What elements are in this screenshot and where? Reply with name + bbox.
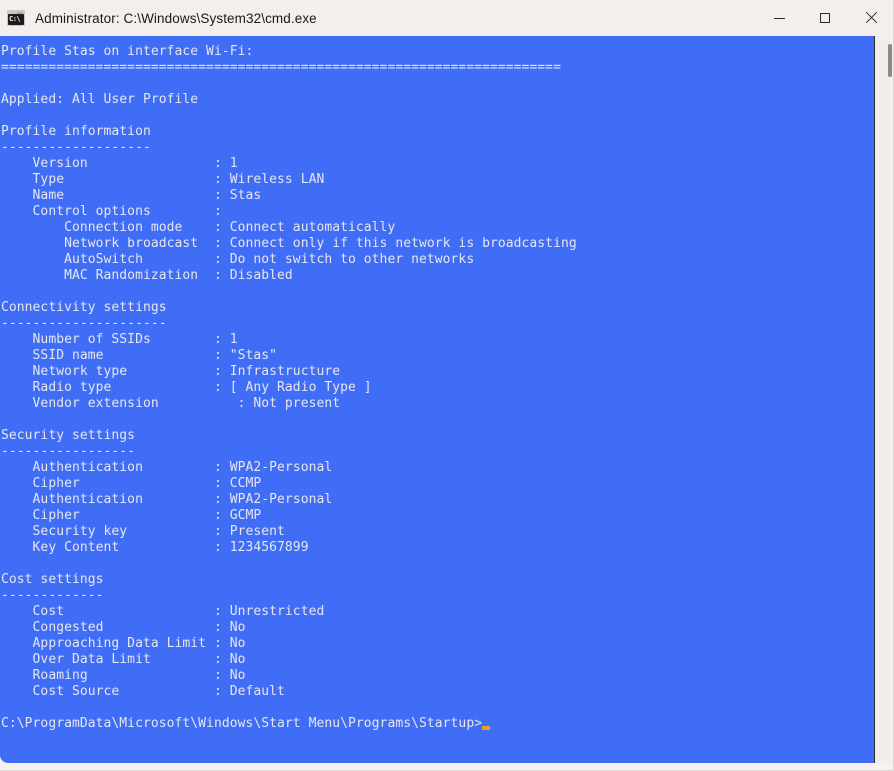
command-prompt-line[interactable]: C:\ProgramData\Microsoft\Windows\Start M… bbox=[0, 716, 577, 732]
terminal-line: Profile information bbox=[1, 124, 151, 139]
terminal-line: Control options : bbox=[1, 204, 222, 219]
terminal-line: Congested : No bbox=[1, 620, 246, 635]
terminal-line: AutoSwitch : Do not switch to other netw… bbox=[1, 252, 475, 267]
title-bar[interactable]: ••• C:\ Administrator: C:\Windows\System… bbox=[0, 0, 894, 36]
terminal-line: Authentication : WPA2-Personal bbox=[1, 460, 333, 475]
terminal-line: Security settings bbox=[1, 428, 136, 443]
text-cursor bbox=[482, 726, 491, 730]
terminal-line: Version : 1 bbox=[1, 156, 238, 171]
terminal-line: MAC Randomization : Disabled bbox=[1, 268, 293, 283]
close-icon bbox=[865, 12, 877, 24]
terminal-line: Profile Stas on interface Wi-Fi: bbox=[1, 44, 254, 59]
terminal-line: Radio type : [ Any Radio Type ] bbox=[1, 380, 372, 395]
maximize-button[interactable] bbox=[802, 0, 848, 36]
window-title: Administrator: C:\Windows\System32\cmd.e… bbox=[35, 10, 317, 26]
terminal-line: Authentication : WPA2-Personal bbox=[1, 492, 333, 507]
terminal-output: Profile Stas on interface Wi-Fi: ========… bbox=[0, 44, 577, 716]
scrollbar-thumb[interactable] bbox=[888, 44, 892, 77]
scrollbar-track[interactable] bbox=[876, 36, 894, 763]
terminal-line: Vendor extension : Not present bbox=[1, 396, 341, 411]
cmd-icon: ••• C:\ bbox=[7, 10, 25, 26]
cmd-icon-prompt: C:\ bbox=[9, 15, 21, 23]
prompt-path: C:\ProgramData\Microsoft\Windows\Start M… bbox=[1, 716, 483, 731]
terminal-line: ------------------- bbox=[1, 140, 151, 155]
close-button[interactable] bbox=[848, 0, 894, 36]
terminal-line: Cost settings bbox=[1, 572, 104, 587]
terminal-line: Over Data Limit : No bbox=[1, 652, 246, 667]
terminal-line: ----------------- bbox=[1, 444, 136, 459]
terminal-line: Number of SSIDs : 1 bbox=[1, 332, 238, 347]
terminal-text-area: Profile Stas on interface Wi-Fi: ========… bbox=[0, 36, 577, 732]
maximize-icon bbox=[820, 13, 830, 23]
terminal-line: SSID name : "Stas" bbox=[1, 348, 278, 363]
terminal-line: Cost : Unrestricted bbox=[1, 604, 325, 619]
terminal-line: Applied: All User Profile bbox=[1, 92, 199, 107]
terminal-surface[interactable]: Profile Stas on interface Wi-Fi: ========… bbox=[0, 36, 874, 763]
terminal-line: Connectivity settings bbox=[1, 300, 167, 315]
cmd-window: ••• C:\ Administrator: C:\Windows\System… bbox=[0, 0, 894, 771]
terminal-line: Security key : Present bbox=[1, 524, 285, 539]
minimize-icon bbox=[773, 17, 785, 19]
minimize-button[interactable] bbox=[756, 0, 802, 36]
terminal-line: Cost Source : Default bbox=[1, 684, 285, 699]
terminal-line: ========================================… bbox=[1, 60, 561, 75]
terminal-line: Approaching Data Limit : No bbox=[1, 636, 246, 651]
terminal-line: Cipher : CCMP bbox=[1, 476, 262, 491]
terminal-line: ------------- bbox=[1, 588, 104, 603]
terminal-line: --------------------- bbox=[1, 316, 167, 331]
terminal-line: Key Content : 1234567899 bbox=[1, 540, 309, 555]
terminal-line: Cipher : GCMP bbox=[1, 508, 262, 523]
vertical-scrollbar[interactable] bbox=[874, 36, 894, 763]
terminal-line: Network broadcast : Connect only if this… bbox=[1, 236, 577, 251]
terminal-line: Network type : Infrastructure bbox=[1, 364, 341, 379]
terminal-line: Connection mode : Connect automatically bbox=[1, 220, 396, 235]
terminal-line: Type : Wireless LAN bbox=[1, 172, 325, 187]
window-controls bbox=[756, 0, 894, 36]
terminal-line: Roaming : No bbox=[1, 668, 246, 683]
terminal-line: Name : Stas bbox=[1, 188, 262, 203]
